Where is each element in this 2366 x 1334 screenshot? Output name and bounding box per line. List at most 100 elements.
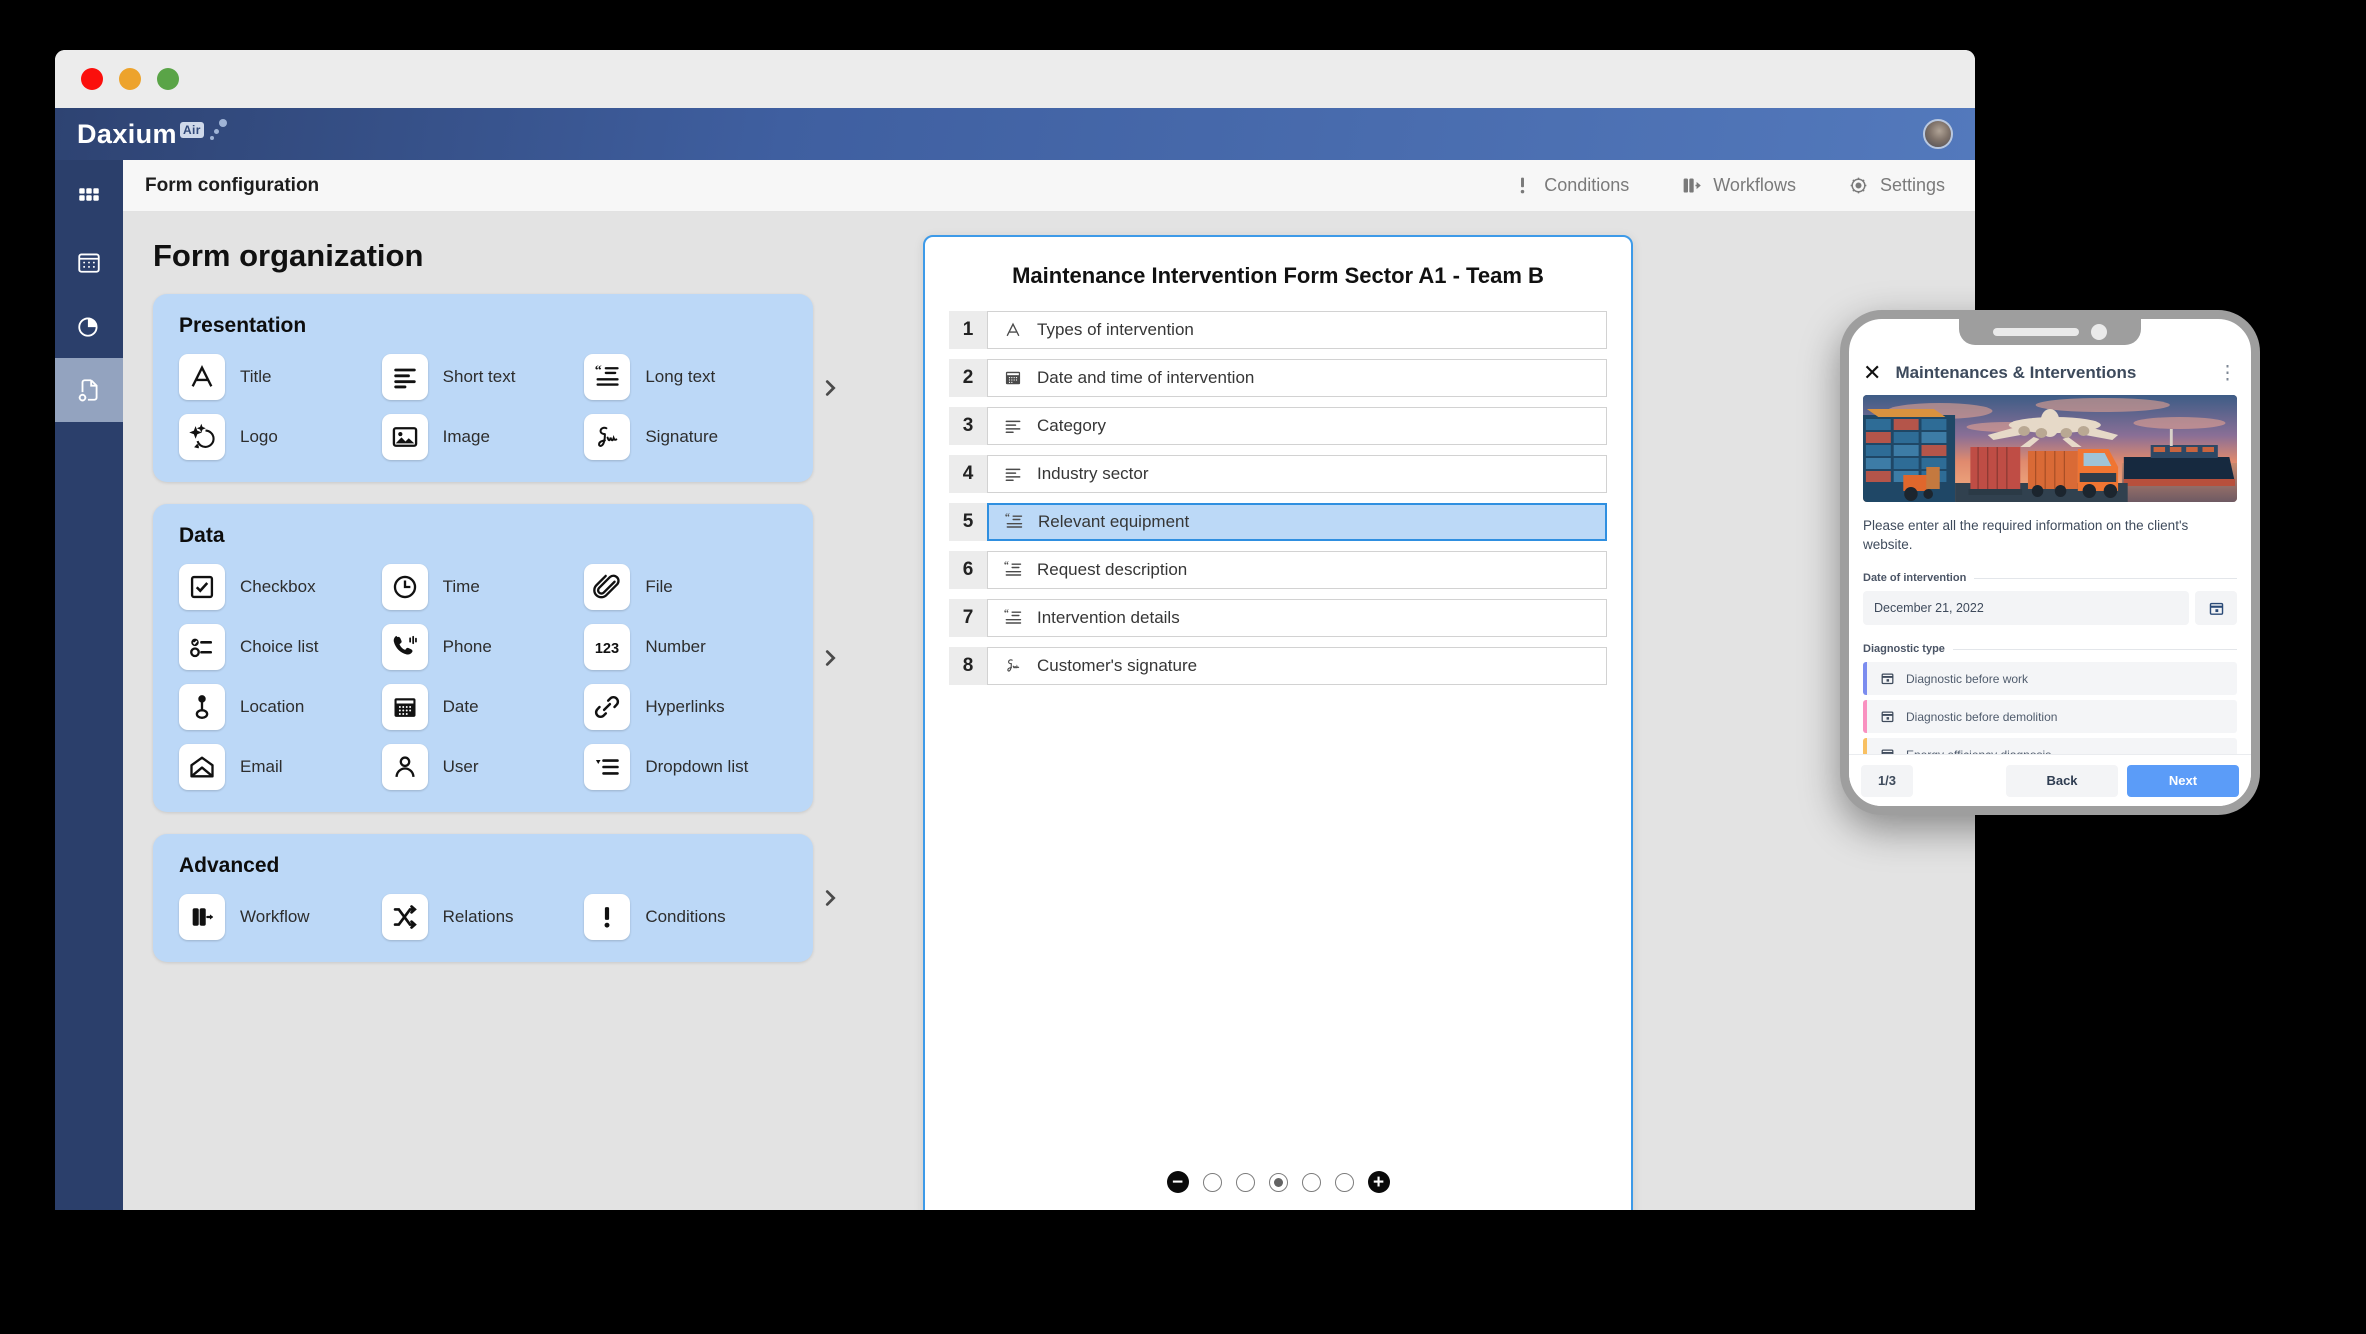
date-picker-button[interactable]	[2195, 591, 2237, 626]
sidebar-rail	[55, 160, 123, 1210]
tool-date[interactable]: Date	[381, 684, 585, 730]
tool-workflow[interactable]: Workflow	[179, 894, 382, 940]
page-dot[interactable]	[1334, 1172, 1354, 1192]
tool-phone[interactable]: Phone	[381, 624, 585, 670]
form-field-row[interactable]: 2 Date and time of intervention	[949, 359, 1607, 397]
group-title-presentation: Presentation	[179, 314, 307, 337]
phone-icon	[393, 635, 417, 655]
close-icon[interactable]: ✕	[1863, 362, 1881, 384]
tool-short-text[interactable]: Short text	[381, 354, 585, 400]
nav-conditions[interactable]: Conditions	[1512, 175, 1629, 196]
short-text-icon	[1005, 468, 1021, 481]
row-field[interactable]: “ Relevant equipment	[987, 503, 1607, 541]
tool-logo[interactable]: Logo	[179, 414, 382, 460]
gear-icon	[1850, 177, 1867, 194]
sidebar-item-form-configuration[interactable]	[55, 358, 123, 422]
nav-workflows[interactable]: Workflows	[1681, 175, 1796, 196]
nav-settings[interactable]: Settings	[1848, 175, 1945, 196]
user-avatar[interactable]	[1923, 119, 1953, 149]
logistics-sunset-photo-icon	[1863, 395, 2237, 502]
tool-relations[interactable]: Relations	[381, 894, 585, 940]
tool-dropdown-list[interactable]: Dropdown list	[584, 744, 787, 790]
collapse-advanced-chevron-right-icon[interactable]	[819, 887, 841, 909]
tool-time[interactable]: Time	[381, 564, 585, 610]
date-input-group[interactable]: December 21, 2022	[1863, 591, 2237, 626]
sidebar-item-calendar[interactable]	[55, 230, 123, 294]
form-field-row[interactable]: 3 Category	[949, 407, 1607, 445]
tool-user[interactable]: User	[381, 744, 585, 790]
back-button[interactable]: Back	[2006, 764, 2118, 797]
caption-rule	[1974, 577, 2237, 579]
svg-text:“: “	[1004, 608, 1009, 619]
row-field[interactable]: Date and time of intervention	[987, 359, 1607, 397]
tool-location[interactable]: Location	[179, 684, 382, 730]
field-caption: Diagnostic type	[1863, 643, 2237, 655]
tool-label: Title	[240, 367, 272, 387]
form-field-row[interactable]: 4 Industry sector	[949, 455, 1607, 493]
page-dot[interactable]	[1235, 1172, 1255, 1192]
row-field[interactable]: Category	[987, 407, 1607, 445]
form-field-row[interactable]: 1 Types of intervention	[949, 311, 1607, 349]
row-field[interactable]: Types of intervention	[987, 311, 1607, 349]
tool-label: Choice list	[240, 637, 319, 657]
close-window-button[interactable]	[81, 68, 103, 90]
row-field[interactable]: Industry sector	[987, 455, 1607, 493]
tool-hyperlinks[interactable]: Hyperlinks	[584, 684, 787, 730]
page-dot-active[interactable]	[1268, 1172, 1288, 1192]
remove-page-button[interactable]: −	[1166, 1171, 1189, 1193]
tool-conditions[interactable]: Conditions	[584, 894, 787, 940]
calendar-icon	[1881, 711, 1894, 723]
red-container-truck	[1968, 447, 2023, 495]
page-dot[interactable]	[1301, 1172, 1321, 1192]
form-field-row[interactable]: 8 Customer's signature	[949, 647, 1607, 685]
tool-icon-box	[381, 624, 428, 670]
form-field-row[interactable]: 5 “ Relevant equipment	[949, 503, 1607, 541]
diagnostic-options-list: Diagnostic before work Diagnostic before…	[1863, 662, 2237, 754]
main-content: Form configuration Conditions Workflows	[123, 160, 1975, 1210]
add-page-button[interactable]: +	[1367, 1171, 1390, 1193]
diagnostic-option[interactable]: Diagnostic before work	[1863, 662, 2237, 696]
date-value[interactable]: December 21, 2022	[1863, 591, 2189, 626]
tool-file[interactable]: File	[584, 564, 787, 610]
page-dot[interactable]	[1202, 1172, 1222, 1192]
row-number: 2	[949, 359, 987, 397]
more-options-icon[interactable]: ⋮	[2218, 362, 2237, 385]
tool-image[interactable]: Image	[381, 414, 585, 460]
envelope-icon	[190, 756, 214, 778]
tool-checkbox[interactable]: Checkbox	[179, 564, 382, 610]
tool-label: Long text	[645, 367, 716, 387]
sidebar-item-apps-grid[interactable]	[55, 166, 123, 230]
calendar-icon	[1005, 371, 1021, 385]
collapse-data-chevron-right-icon[interactable]	[819, 647, 841, 669]
nav-settings-label: Settings	[1879, 175, 1945, 195]
tool-number[interactable]: 123 Number	[584, 624, 787, 670]
tool-label: Time	[442, 577, 480, 597]
next-button[interactable]: Next	[2127, 764, 2239, 797]
row-field[interactable]: “ Intervention details	[987, 599, 1607, 637]
tool-email[interactable]: Email	[179, 744, 382, 790]
svg-text:“: “	[1005, 512, 1010, 523]
sidebar-item-analytics[interactable]	[55, 294, 123, 358]
row-number: 1	[949, 311, 987, 349]
row-field[interactable]: Customer's signature	[987, 647, 1607, 685]
tool-signature[interactable]: Signature	[584, 414, 787, 460]
image-icon	[392, 427, 417, 447]
form-field-row[interactable]: 6 “ Request description	[949, 551, 1607, 589]
tool-label: Phone	[442, 637, 492, 657]
collapse-presentation-chevron-right-icon[interactable]	[819, 377, 841, 399]
row-number: 5	[949, 503, 987, 541]
tool-title[interactable]: Title	[179, 354, 382, 400]
diagnostic-option-label: Diagnostic before work	[1906, 671, 2029, 686]
minimize-window-button[interactable]	[119, 68, 141, 90]
tool-choice-list[interactable]: Choice list	[179, 624, 382, 670]
maximize-window-button[interactable]	[157, 68, 179, 90]
row-field[interactable]: “ Request description	[987, 551, 1607, 589]
number-123-icon: 123	[595, 641, 619, 657]
daxium-logo: Daxium Air	[77, 118, 233, 150]
diagnostic-option[interactable]: Energy efficiency diagnosis	[1863, 738, 2237, 754]
diagnostic-option[interactable]: Diagnostic before demolition	[1863, 700, 2237, 734]
form-canvas: Maintenance Intervention Form Sector A1 …	[923, 235, 1633, 1210]
form-field-row[interactable]: 7 “ Intervention details	[949, 599, 1607, 637]
tool-long-text[interactable]: “ Long text	[584, 354, 787, 400]
form-title: Maintenance Intervention Form Sector A1 …	[1012, 263, 1544, 288]
